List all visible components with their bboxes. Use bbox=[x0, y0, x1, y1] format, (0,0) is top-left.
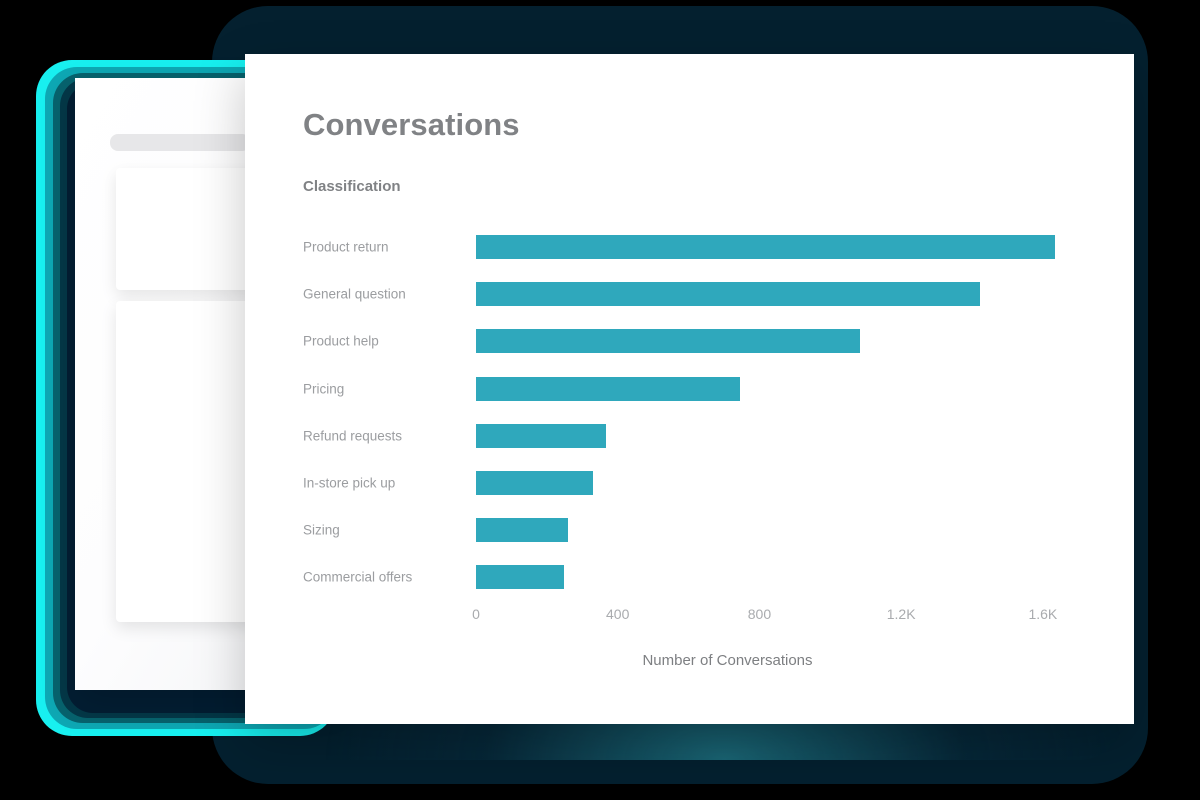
x-axis-title: Number of Conversations bbox=[245, 652, 1134, 669]
bar-row[interactable]: Commercial offers bbox=[245, 565, 1134, 590]
background-inner-card-top bbox=[116, 168, 260, 290]
conversations-panel: Conversations Classification Product ret… bbox=[245, 54, 1134, 724]
bar-category-label: Pricing bbox=[303, 381, 345, 397]
scene: Conversations Classification Product ret… bbox=[0, 0, 1200, 800]
bar-fill[interactable] bbox=[476, 518, 568, 543]
background-inner-card-bottom bbox=[116, 301, 260, 622]
bar-track bbox=[476, 376, 1096, 401]
x-axis-tick-label: 800 bbox=[747, 606, 772, 622]
bar-track bbox=[476, 518, 1096, 543]
bar-category-label: Product help bbox=[303, 333, 379, 349]
bar-row[interactable]: Pricing bbox=[245, 376, 1134, 401]
bar-row[interactable]: Product return bbox=[245, 235, 1134, 259]
bar-category-label: In-store pick up bbox=[303, 475, 396, 491]
classification-bar-chart: Product return General question Product he… bbox=[245, 54, 1134, 724]
background-placeholder-bar bbox=[110, 134, 250, 151]
bar-track bbox=[476, 471, 1096, 495]
bar-fill[interactable] bbox=[476, 235, 1055, 259]
bar-track bbox=[476, 565, 1096, 590]
bar-track bbox=[476, 235, 1096, 259]
x-axis-tick-label: 0 bbox=[472, 606, 480, 622]
x-axis-tick-label: 1.2K bbox=[886, 606, 916, 622]
x-axis-tick-label: 1.6K bbox=[1028, 606, 1058, 622]
bar-fill[interactable] bbox=[476, 282, 981, 307]
bar-category-label: General question bbox=[303, 286, 406, 302]
bar-row[interactable]: Sizing bbox=[245, 518, 1134, 543]
bar-track bbox=[476, 329, 1096, 354]
bar-fill[interactable] bbox=[476, 423, 606, 448]
x-axis-tick-label: 400 bbox=[606, 606, 630, 622]
bar-row[interactable]: Refund requests bbox=[245, 423, 1134, 448]
bar-row[interactable]: General question bbox=[245, 282, 1134, 307]
x-axis-ticks: 0 400 800 1.2K 1.6K bbox=[472, 606, 1096, 628]
bar-track bbox=[476, 423, 1096, 448]
x-axis-title-label: Number of Conversations bbox=[642, 652, 813, 669]
bar-fill[interactable] bbox=[476, 376, 740, 401]
bar-category-label: Commercial offers bbox=[303, 569, 413, 585]
bar-track bbox=[476, 282, 1096, 307]
bar-fill[interactable] bbox=[476, 329, 861, 354]
bar-fill[interactable] bbox=[476, 471, 593, 495]
bar-category-label: Product return bbox=[303, 239, 389, 255]
bar-row[interactable]: In-store pick up bbox=[245, 471, 1134, 495]
bar-category-label: Sizing bbox=[303, 522, 340, 538]
bar-fill[interactable] bbox=[476, 565, 564, 590]
bar-category-label: Refund requests bbox=[303, 428, 403, 444]
bar-row[interactable]: Product help bbox=[245, 329, 1134, 354]
